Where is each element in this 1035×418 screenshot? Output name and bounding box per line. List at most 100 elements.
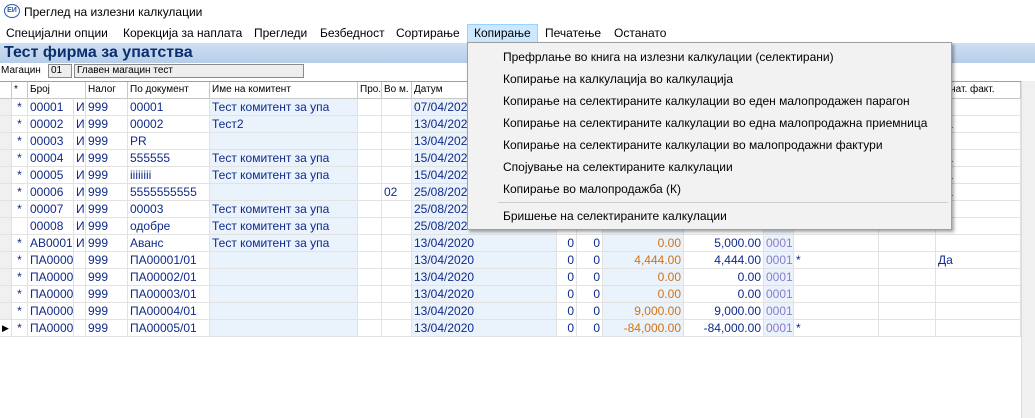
cell-client-name [210, 184, 358, 201]
cell-by-document: ПА00005/01 [128, 320, 210, 337]
menu-item-copy-to-retail-invoices[interactable]: Копирање на селектираните калкулации во … [503, 135, 883, 155]
cell-printed-invoice [936, 235, 1021, 252]
cell-client-name [210, 269, 358, 286]
table-row[interactable]: ▶*ПА00005999ПА00005/0113/04/202000-84,00… [0, 320, 1021, 337]
menu-copying[interactable]: Копирање [467, 24, 538, 43]
cell-col-c: 0.00 [603, 269, 684, 286]
header-star[interactable]: * [12, 82, 28, 99]
cell-type: И [74, 218, 86, 235]
cell-client-name: Тест2 [210, 116, 358, 133]
menu-security[interactable]: Безбедност [314, 24, 391, 43]
row-selector[interactable]: ▶ [0, 320, 12, 337]
cell-col-g [879, 303, 936, 320]
menu-item-copy-calc-to-calc[interactable]: Копирање на калкулација во калкулација [503, 69, 733, 89]
row-selector[interactable] [0, 303, 12, 320]
cell-by-document: ПА00004/01 [128, 303, 210, 320]
row-selector[interactable] [0, 286, 12, 303]
cell-printed-invoice [936, 286, 1021, 303]
row-selector[interactable] [0, 269, 12, 286]
cell-pro [358, 286, 382, 303]
cell-col-d: 0.00 [684, 269, 764, 286]
table-row[interactable]: *ПА00004999ПА00004/0113/04/2020009,000.0… [0, 303, 1021, 320]
row-selector[interactable] [0, 150, 12, 167]
warehouse-code-field[interactable]: 01 [48, 64, 72, 78]
cell-number: 00003 [28, 133, 74, 150]
cell-col-a: 0 [557, 269, 577, 286]
table-row[interactable]: *ПА00001999ПА00001/0113/04/2020004,444.0… [0, 252, 1021, 269]
cell-col-g [879, 252, 936, 269]
row-selector[interactable] [0, 252, 12, 269]
row-selector[interactable] [0, 235, 12, 252]
row-selector[interactable] [0, 133, 12, 150]
cell-col-b: 0 [577, 252, 603, 269]
cell-col-d: 9,000.00 [684, 303, 764, 320]
cell-pro [358, 201, 382, 218]
cell-type: И [74, 184, 86, 201]
cell-type: И [74, 201, 86, 218]
cell-star: * [12, 99, 28, 116]
cell-col-a: 0 [557, 235, 577, 252]
header-order[interactable]: Налог [86, 82, 128, 99]
cell-by-document: PR [128, 133, 210, 150]
menu-item-delete-calculations[interactable]: Бришење на селектираните калкулации [503, 206, 727, 226]
row-selector[interactable] [0, 218, 12, 235]
table-row[interactable]: *ПА00002999ПА00002/0113/04/2020000.000.0… [0, 269, 1021, 286]
firm-name: Тест фирма за упатства [4, 44, 193, 61]
vertical-scrollbar[interactable] [1021, 81, 1035, 418]
cell-col-c: -84,000.00 [603, 320, 684, 337]
menu-item-merge-calculations[interactable]: Спојување на селектираните калкулации [503, 157, 733, 177]
menu-other[interactable]: Останато [608, 24, 672, 43]
cell-client-name [210, 133, 358, 150]
cell-type [74, 286, 86, 303]
cell-vo-m [382, 167, 412, 184]
cell-date: 13/04/2020 [412, 235, 557, 252]
cell-number: ПА00001 [28, 252, 74, 269]
menu-payment-correction[interactable]: Корекција за наплата [117, 24, 248, 43]
header-by-document[interactable]: По документ [128, 82, 210, 99]
cell-star: * [12, 320, 28, 337]
row-selector[interactable] [0, 167, 12, 184]
cell-vo-m [382, 116, 412, 133]
row-selector[interactable] [0, 201, 12, 218]
cell-printed-invoice [936, 269, 1021, 286]
header-vo-m[interactable]: Во м. [382, 82, 412, 99]
cell-pro [358, 99, 382, 116]
cell-order: 999 [86, 286, 128, 303]
cell-vo-m [382, 303, 412, 320]
cell-number: 00005 [28, 167, 74, 184]
menu-item-copy-to-retail-k[interactable]: Копирање во малопродажба (К) [503, 179, 681, 199]
cell-pro [358, 235, 382, 252]
row-selector[interactable] [0, 116, 12, 133]
cell-col-e: 0001 [764, 320, 794, 337]
table-row[interactable]: * АВ0001 И 999 Аванс Тест комитент за упа 13/0… [0, 235, 1021, 252]
row-selector[interactable] [0, 99, 12, 116]
cell-col-e: 0001 [764, 303, 794, 320]
cell-date: 13/04/2020 [412, 286, 557, 303]
cell-type [74, 252, 86, 269]
menu-printing[interactable]: Печатење [539, 24, 607, 43]
cell-col-c: 4,444.00 [603, 252, 684, 269]
cell-col-b: 0 [577, 303, 603, 320]
header-pro[interactable]: Про. [358, 82, 382, 99]
menu-item-copy-to-retail-paragon[interactable]: Копирање на селектираните калкулации во … [503, 91, 910, 111]
cell-order: 999 [86, 269, 128, 286]
menu-item-copy-to-retail-receipt[interactable]: Копирање на селектираните калкулации во … [503, 113, 927, 133]
row-selector[interactable] [0, 184, 12, 201]
cell-date: 13/04/2020 [412, 303, 557, 320]
menu-item-transfer-to-book[interactable]: Префрлање во книга на излезни калкулации… [503, 47, 834, 67]
cell-number: ПА00004 [28, 303, 74, 320]
cell-col-g [879, 269, 936, 286]
header-client-name[interactable]: Име на комитент [210, 82, 358, 99]
cell-vo-m: 02 [382, 184, 412, 201]
header-number[interactable]: Број [28, 82, 86, 99]
menu-reviews[interactable]: Прегледи [248, 24, 313, 43]
cell-col-c: 0.00 [603, 235, 684, 252]
cell-vo-m [382, 252, 412, 269]
cell-type: И [74, 133, 86, 150]
cell-client-name [210, 303, 358, 320]
menu-sorting[interactable]: Сортирање [390, 24, 466, 43]
table-row[interactable]: *ПА00003999ПА00003/0113/04/2020000.000.0… [0, 286, 1021, 303]
menu-bar: Специјални опции Корекција за наплата Пр… [0, 24, 1035, 43]
menu-special-options[interactable]: Специјални опции [0, 24, 114, 43]
cell-vo-m [382, 218, 412, 235]
